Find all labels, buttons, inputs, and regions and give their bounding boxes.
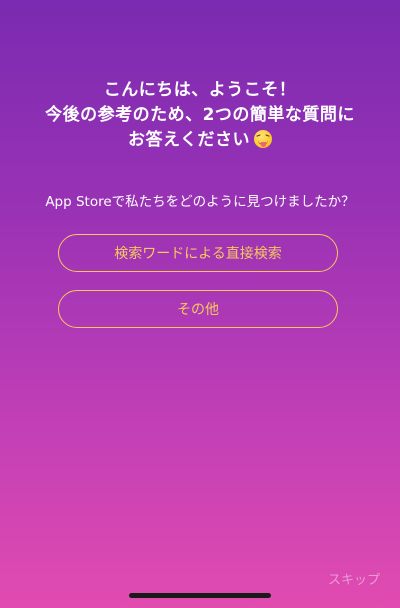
survey-question: App Storeで私たちをどのように見つけましたか？ <box>45 194 355 210</box>
option-other-button[interactable]: その他 <box>58 290 338 328</box>
headline-line-3-text: お答えください <box>128 130 250 150</box>
headline-line-3: お答えください <box>0 128 400 153</box>
option-direct-search-label: 検索ワードによる直接検索 <box>114 246 282 262</box>
headline-line-2: 今後の参考のため、2つの簡単な質問に <box>45 105 355 125</box>
option-other-label: その他 <box>177 302 219 318</box>
skip-button[interactable]: スキップ <box>328 569 380 588</box>
home-indicator[interactable] <box>129 593 271 598</box>
squinting-face-with-tongue-icon <box>254 130 272 148</box>
option-direct-search-button[interactable]: 検索ワードによる直接検索 <box>58 234 338 272</box>
onboarding-survey-screen: こんにちは、ようこそ！ 今後の参考のため、2つの簡単な質問に お答えください A… <box>0 0 400 608</box>
welcome-headline: こんにちは、ようこそ！ 今後の参考のため、2つの簡単な質問に お答えください <box>0 78 400 153</box>
headline-line-1: こんにちは、ようこそ！ <box>103 80 297 100</box>
